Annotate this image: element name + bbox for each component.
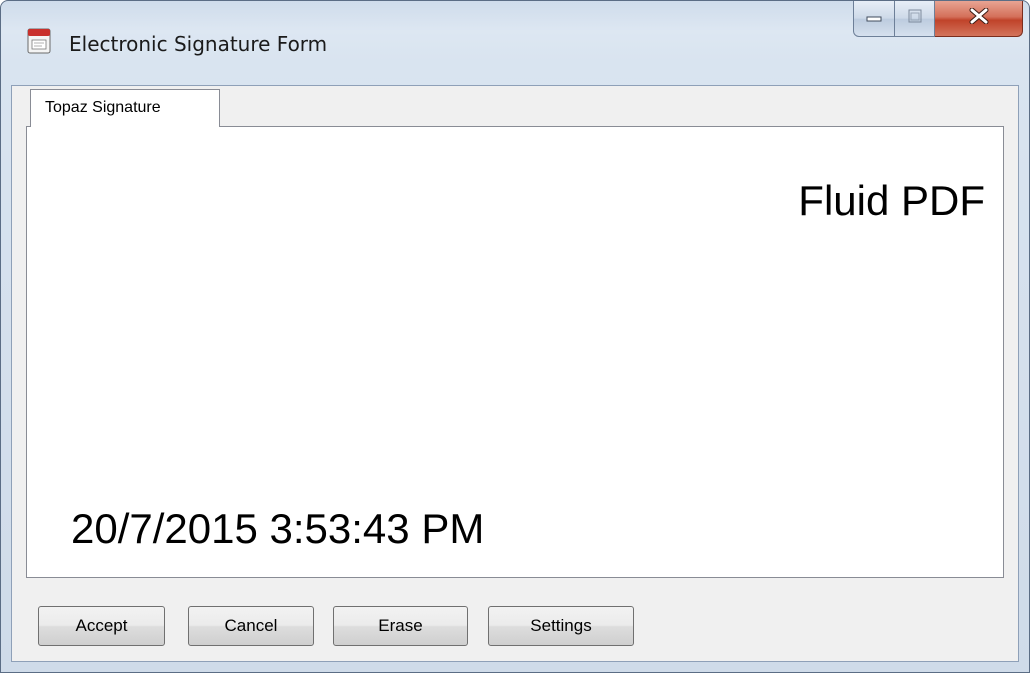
fluid-pdf-app-icon <box>27 28 51 54</box>
erase-button[interactable]: Erase <box>333 606 468 646</box>
minimize-icon <box>866 10 882 28</box>
minimize-button[interactable] <box>853 1 895 37</box>
caption-buttons <box>853 1 1023 37</box>
signature-form-window: Electronic Signature Form Topaz Signatur… <box>0 0 1030 673</box>
maximize-button[interactable] <box>895 1 935 37</box>
close-icon <box>969 7 989 29</box>
signature-timestamp: 20/7/2015 3:53:43 PM <box>71 505 485 552</box>
maximize-icon <box>908 9 922 28</box>
cancel-button[interactable]: Cancel <box>188 606 314 646</box>
signature-pad[interactable]: Fluid PDF 20/7/2015 3:53:43 PM <box>26 126 1004 578</box>
accept-button[interactable]: Accept <box>38 606 165 646</box>
client-area: Topaz Signature Fluid PDF 20/7/2015 3:53… <box>11 85 1019 662</box>
close-button[interactable] <box>935 1 1023 37</box>
window-title: Electronic Signature Form <box>69 32 328 56</box>
settings-button[interactable]: Settings <box>488 606 634 646</box>
signature-pad-label: Fluid PDF <box>798 177 985 224</box>
tab-topaz-signature[interactable]: Topaz Signature <box>30 89 220 127</box>
title-bar[interactable]: Electronic Signature Form <box>1 1 1029 85</box>
